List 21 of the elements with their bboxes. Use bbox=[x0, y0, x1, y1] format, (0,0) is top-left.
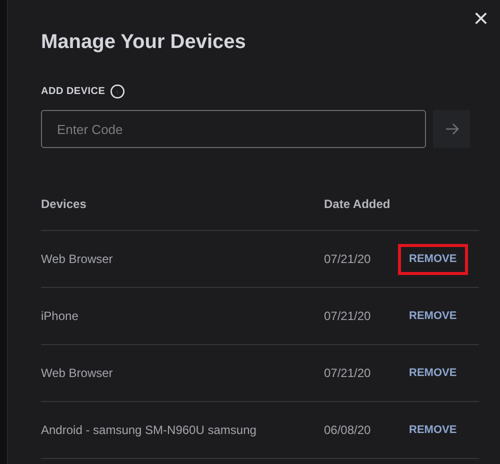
device-name: Android - samsung SM-N960U samsung bbox=[41, 422, 258, 439]
info-icon bbox=[110, 84, 126, 99]
date-column-header: Date Added bbox=[324, 196, 390, 213]
device-name: iPhone bbox=[41, 308, 80, 325]
date-added: 07/21/20 bbox=[324, 251, 372, 268]
code-input-field[interactable]: Enter Code bbox=[41, 110, 426, 148]
arrow-right-icon bbox=[444, 123, 458, 135]
date-added: 07/21/20 bbox=[324, 308, 372, 325]
device-name: Web Browser bbox=[41, 365, 114, 382]
date-added: 06/08/20 bbox=[324, 422, 372, 439]
dialog-title: Manage Your Devices bbox=[41, 30, 247, 54]
devices-column-header: Devices bbox=[41, 196, 88, 213]
add-device-label: ADD DEVICE bbox=[41, 85, 106, 99]
device-name: Web Browser bbox=[41, 251, 114, 268]
remove-button[interactable]: REMOVE bbox=[398, 244, 468, 274]
remove-button[interactable]: REMOVE bbox=[398, 300, 468, 332]
remove-button[interactable]: REMOVE bbox=[398, 358, 468, 388]
close-button[interactable]: × bbox=[470, 7, 492, 29]
remove-button[interactable]: REMOVE bbox=[398, 414, 468, 446]
submit-button[interactable] bbox=[433, 110, 470, 148]
date-added: 07/21/20 bbox=[324, 365, 372, 382]
